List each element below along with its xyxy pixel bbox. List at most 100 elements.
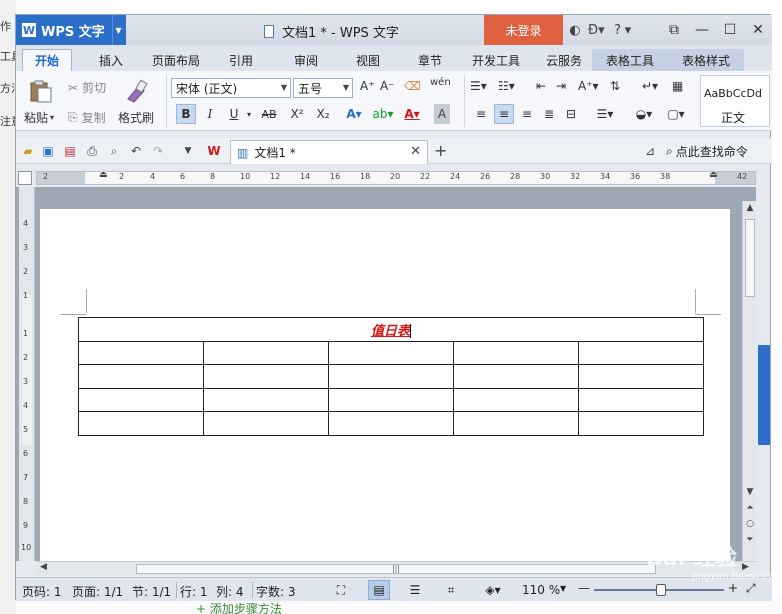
numbering-icon[interactable]: ☷▾ xyxy=(498,79,515,93)
tab-developer[interactable]: 开发工具 xyxy=(464,49,528,71)
right-indent-marker-icon[interactable]: ⏏ xyxy=(709,170,718,180)
increase-indent-icon[interactable]: ⇥ xyxy=(556,79,566,93)
save-icon[interactable]: ▣ xyxy=(40,143,56,159)
zoom-slider-knob[interactable] xyxy=(656,584,666,596)
distribute-icon[interactable]: ⊟ xyxy=(562,104,580,124)
table-cell[interactable] xyxy=(453,364,579,389)
line-spacing-icon[interactable]: ☰▾ xyxy=(592,104,618,124)
paste-button[interactable]: 粘贴 ▾ xyxy=(24,109,54,126)
subscript-button[interactable]: X₂ xyxy=(312,104,334,124)
chevron-down-icon[interactable]: ▾ xyxy=(244,104,254,124)
table-cell[interactable] xyxy=(78,411,204,436)
phonetic-guide-icon[interactable]: wén xyxy=(430,77,451,88)
duty-table[interactable]: 值日表 xyxy=(78,317,704,436)
table-cell[interactable] xyxy=(328,364,454,389)
side-panel-tab[interactable] xyxy=(758,345,770,445)
table-cell[interactable] xyxy=(453,387,579,412)
cut-button[interactable]: ✂ 剪切 xyxy=(68,79,106,96)
ruler-corner-toggle[interactable] xyxy=(18,171,32,185)
scroll-up-icon[interactable]: ▲ xyxy=(743,203,757,213)
zoom-out-icon[interactable]: — xyxy=(578,581,590,595)
highlight-icon[interactable]: ab▾ xyxy=(370,104,396,124)
next-page-icon[interactable]: ⏷ xyxy=(743,535,757,545)
table-cell[interactable] xyxy=(578,411,704,436)
grow-font-icon[interactable]: A⁺ xyxy=(360,79,375,93)
print-icon[interactable]: ⎙ xyxy=(84,143,100,159)
format-painter-icon[interactable] xyxy=(124,79,150,103)
table-cell[interactable] xyxy=(578,387,704,412)
theme-icon[interactable]: Ð▾ xyxy=(588,23,605,38)
outline-view-icon[interactable]: ☰ xyxy=(404,580,426,600)
page-view-icon[interactable]: ▤ xyxy=(368,580,390,600)
vertical-scrollbar[interactable]: ▲ ▼ ⏶ ○ ⏷ xyxy=(742,201,756,561)
table-grid-icon[interactable]: ▦ xyxy=(672,79,683,93)
browse-object-icon[interactable]: ○ xyxy=(743,519,757,529)
table-cell[interactable] xyxy=(203,387,329,412)
char-shading-icon[interactable]: A xyxy=(434,104,450,124)
close-icon[interactable]: ✕ xyxy=(410,144,421,159)
fullscreen-view-icon[interactable]: ⛶ xyxy=(330,580,352,600)
table-title-cell[interactable]: 值日表 xyxy=(78,317,704,342)
table-cell[interactable] xyxy=(328,340,454,365)
table-cell[interactable] xyxy=(578,340,704,365)
fit-window-icon[interactable]: ⤢ xyxy=(746,581,756,596)
paste-icon[interactable] xyxy=(28,79,54,103)
horizontal-ruler[interactable]: 2 2 4 6 8 10 12 14 16 18 20 22 24 26 28 … xyxy=(36,170,756,185)
indent-marker-icon[interactable]: ⏏ xyxy=(99,170,108,180)
table-cell[interactable] xyxy=(78,340,204,365)
align-right-icon[interactable]: ≡ xyxy=(518,104,536,124)
scroll-left-icon[interactable]: ◀ xyxy=(40,562,47,572)
table-cell[interactable] xyxy=(203,411,329,436)
tab-chapter[interactable]: 章节 xyxy=(405,49,455,71)
zoom-level[interactable]: 110 % xyxy=(522,583,560,597)
close-icon[interactable]: ✕ xyxy=(750,22,766,38)
open-folder-icon[interactable]: ▰ xyxy=(20,143,36,159)
tab-references[interactable]: 引用 xyxy=(216,49,266,71)
table-cell[interactable] xyxy=(328,387,454,412)
restore-icon[interactable]: ⧉ xyxy=(666,22,682,38)
minimize-icon[interactable]: — xyxy=(694,22,710,38)
table-cell[interactable] xyxy=(203,364,329,389)
maximize-icon[interactable]: ☐ xyxy=(722,22,738,38)
tab-view[interactable]: 视图 xyxy=(343,49,393,71)
add-step-link[interactable]: + 添加步骤方法 xyxy=(196,600,282,614)
login-button[interactable]: 未登录 xyxy=(484,15,563,45)
tab-start[interactable]: 开始 xyxy=(22,49,72,71)
zoom-in-icon[interactable]: + xyxy=(728,581,738,595)
underline-button[interactable]: U xyxy=(224,104,244,124)
chevron-down-icon[interactable]: ▼ xyxy=(180,143,196,159)
sort-icon[interactable]: ⇅ xyxy=(610,79,620,93)
align-center-icon[interactable]: ≡ xyxy=(494,104,514,124)
eye-protection-icon[interactable]: ◈▾ xyxy=(478,580,508,600)
show-marks-icon[interactable]: ↵▾ xyxy=(642,79,658,93)
text-direction-icon[interactable]: A⁺▾ xyxy=(578,79,599,93)
table-cell[interactable] xyxy=(328,411,454,436)
chevron-down-icon[interactable]: ▼ xyxy=(560,584,566,593)
app-menu-button[interactable]: W WPS 文字 ▼ xyxy=(16,15,126,45)
table-cell[interactable] xyxy=(453,411,579,436)
tab-table-tools[interactable]: 表格工具 xyxy=(592,49,668,71)
style-gallery-normal[interactable]: AaBbCcDd 正文 xyxy=(700,75,770,127)
tab-cloud[interactable]: 云服务 xyxy=(534,49,594,71)
prev-page-icon[interactable]: ⏶ xyxy=(743,503,757,513)
borders-icon[interactable]: ▢▾ xyxy=(662,104,690,124)
redo-icon[interactable]: ↷ xyxy=(150,143,166,159)
font-name-select[interactable]: 宋体 (正文) ▼ xyxy=(171,78,291,98)
web-view-icon[interactable]: ⌗ xyxy=(440,580,462,600)
vertical-scroll-thumb[interactable] xyxy=(745,219,755,297)
command-search[interactable]: ⌕ 点此查找命令 xyxy=(666,143,748,160)
tab-insert[interactable]: 插入 xyxy=(86,49,136,71)
bullets-icon[interactable]: ☰▾ xyxy=(470,79,487,93)
font-size-select[interactable]: 五号 ▼ xyxy=(293,78,353,98)
tab-page-layout[interactable]: 页面布局 xyxy=(146,49,206,71)
clear-format-icon[interactable]: ⌫ xyxy=(404,79,421,93)
font-color-icon[interactable]: A▾ xyxy=(400,104,424,124)
tab-table-style[interactable]: 表格样式 xyxy=(668,49,744,71)
export-pdf-icon[interactable]: ▤ xyxy=(62,143,78,159)
superscript-button[interactable]: X² xyxy=(286,104,308,124)
document-page[interactable]: 值日表 xyxy=(40,209,730,561)
shrink-font-icon[interactable]: A⁻ xyxy=(380,79,395,93)
text-effect-icon[interactable]: A▾ xyxy=(342,104,366,124)
format-painter-button[interactable]: 格式刷 xyxy=(118,109,154,126)
tab-menu-icon[interactable]: ⊿ xyxy=(642,143,658,159)
